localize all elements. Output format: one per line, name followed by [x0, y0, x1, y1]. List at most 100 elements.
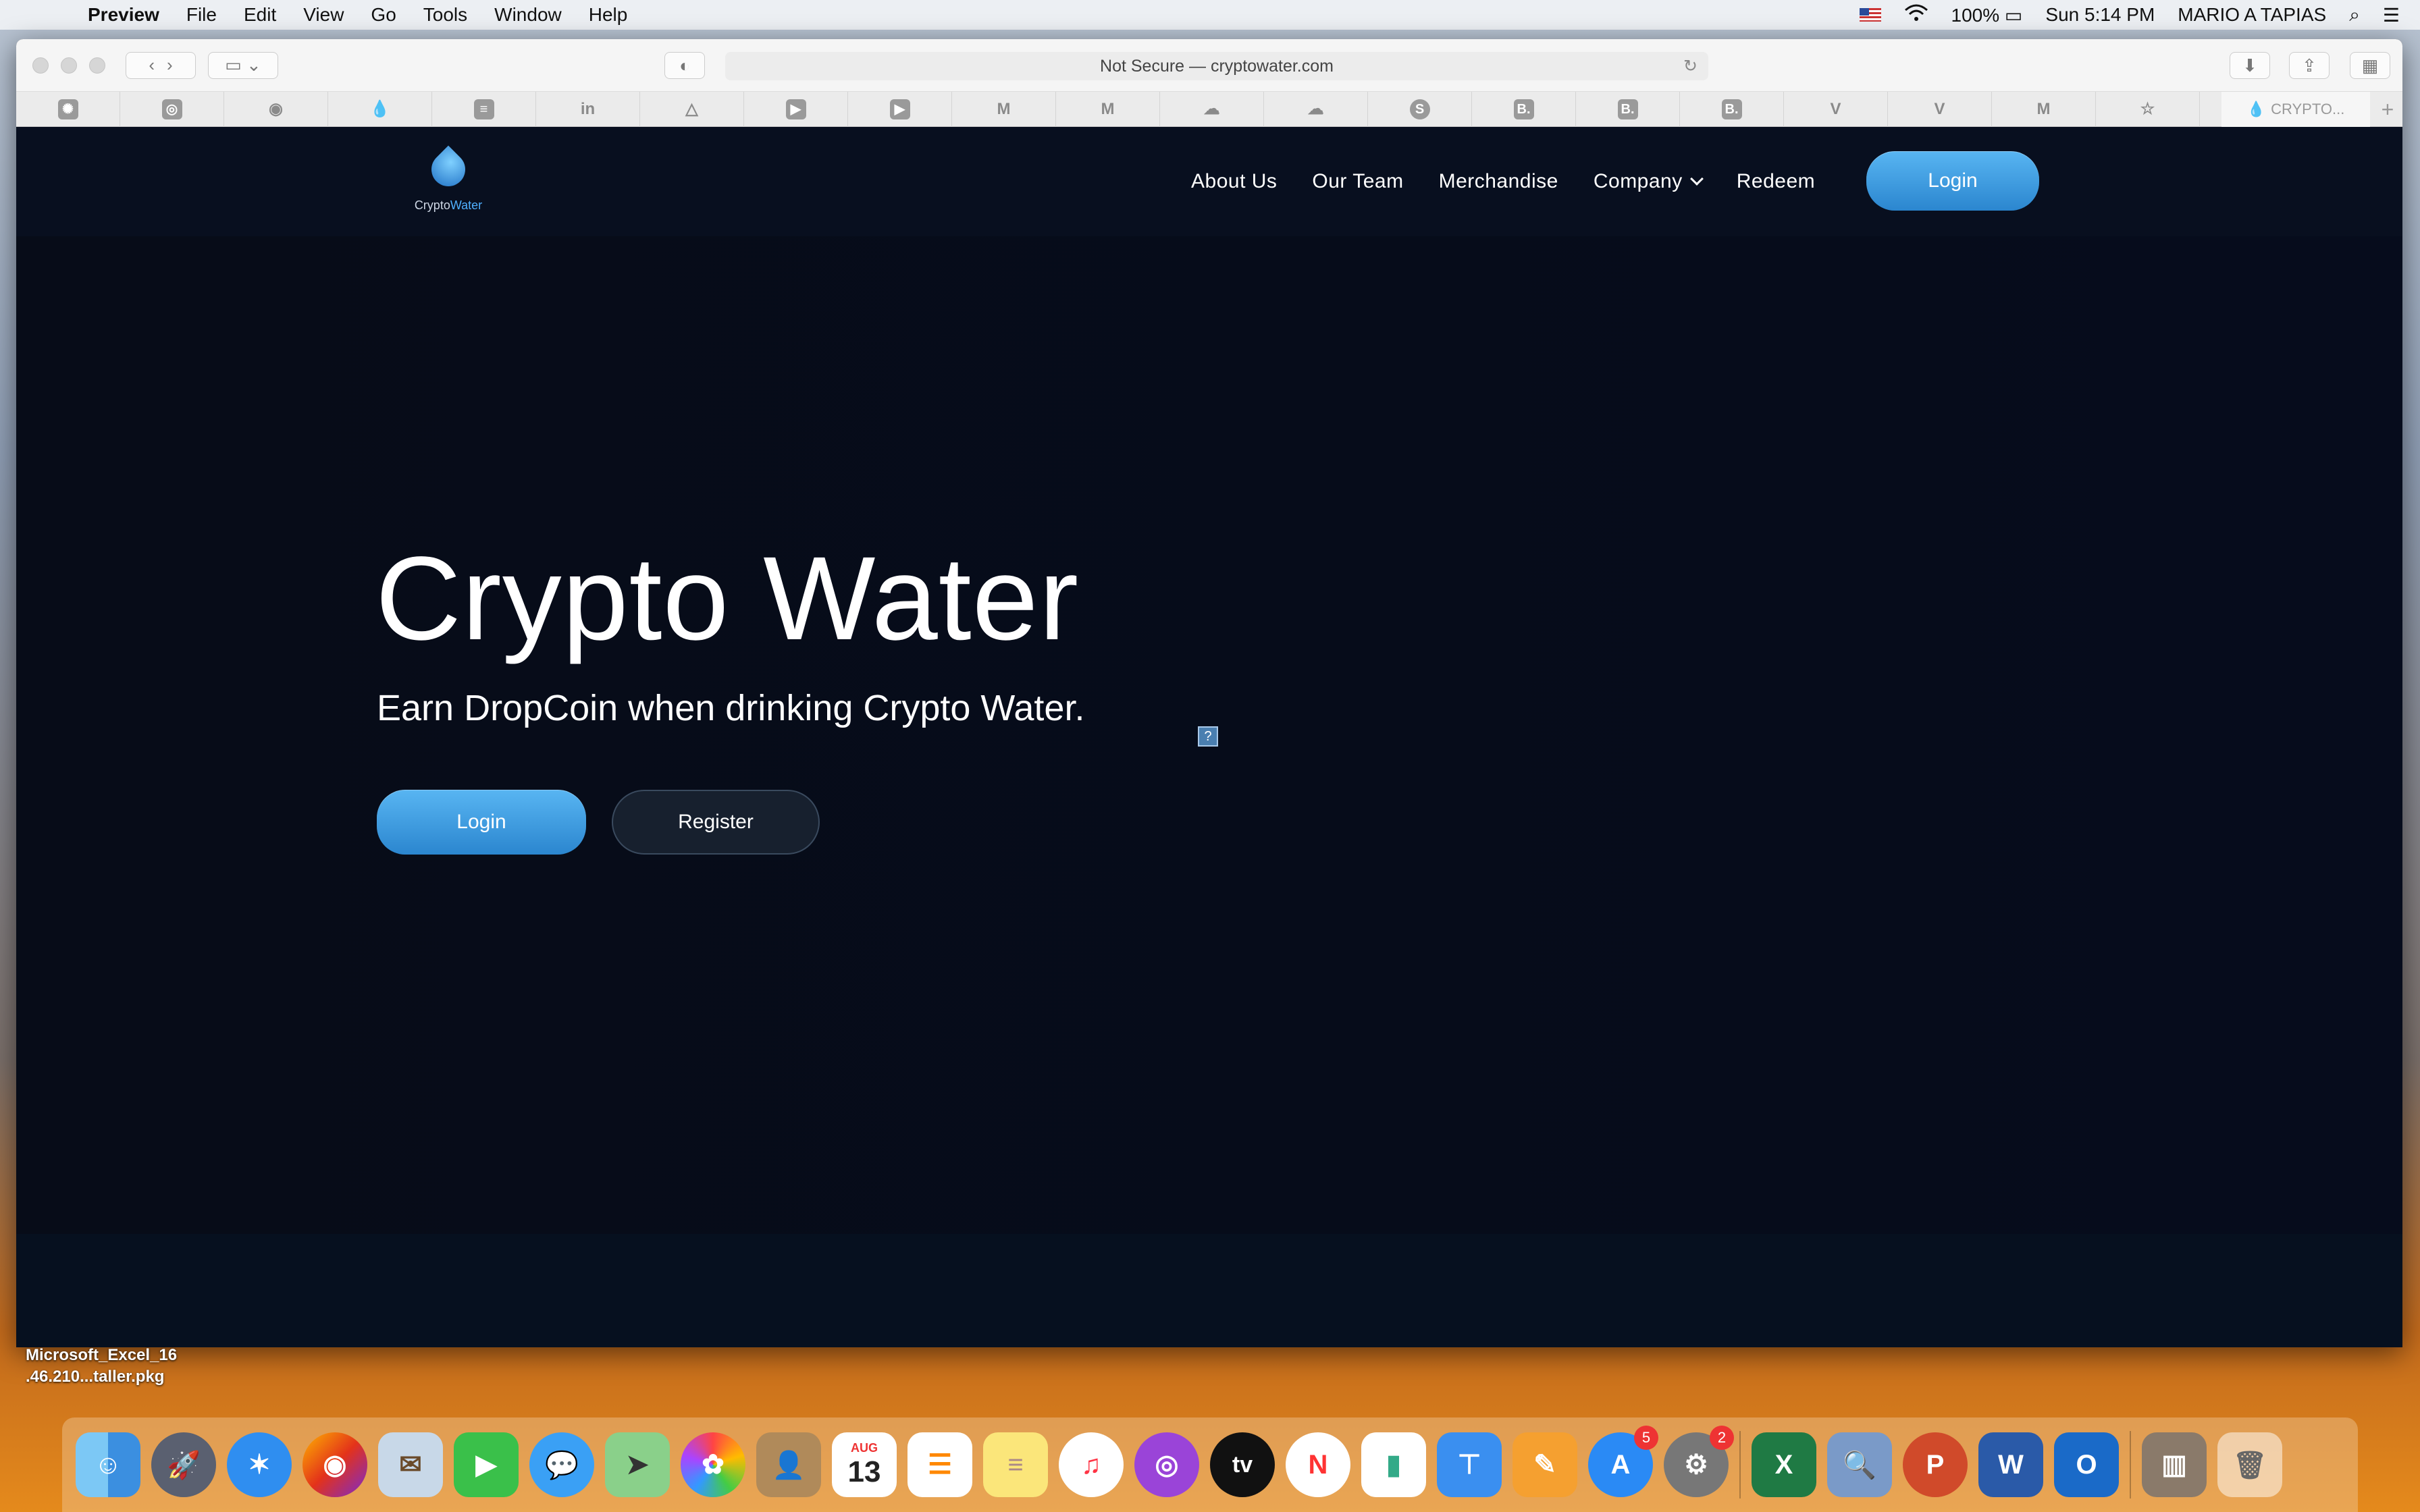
excel-icon[interactable]: X [1752, 1432, 1816, 1497]
forward-icon[interactable]: › [167, 55, 173, 76]
system-preferences-icon[interactable]: ⚙ 2 [1664, 1426, 1734, 1497]
news-icon[interactable]: N [1286, 1432, 1350, 1497]
podcasts-icon[interactable]: ◎ [1134, 1432, 1199, 1497]
new-tab-button[interactable]: + [2373, 92, 2402, 127]
nav-company[interactable]: Company [1593, 170, 1704, 193]
minimize-window-button[interactable] [61, 57, 77, 74]
calendar-icon[interactable]: AUG 13 [832, 1432, 897, 1497]
notification-center-icon[interactable]: ☰ [2383, 4, 2400, 26]
favorite-youtube-2[interactable]: ▶ [848, 91, 952, 127]
outlook-icon[interactable]: O [2054, 1432, 2119, 1497]
word-icon[interactable]: W [1978, 1432, 2043, 1497]
menu-tools[interactable]: Tools [423, 4, 467, 26]
pages-icon[interactable]: ✎ [1512, 1432, 1577, 1497]
s-logo-icon: S [1409, 99, 1430, 119]
downloads-button[interactable]: ⬇ [2230, 52, 2270, 79]
header-login-button[interactable]: Login [1866, 151, 2039, 211]
favorite-chatgpt[interactable]: ✺ [16, 91, 120, 127]
favorite-booking-3[interactable]: B. [1680, 91, 1784, 127]
maps-icon[interactable]: ➤ [605, 1432, 670, 1497]
menu-bar: Preview File Edit View Go Tools Window H… [0, 0, 2420, 30]
messages-icon[interactable]: 💬 [529, 1432, 594, 1497]
cloud-icon: ☁ [1307, 100, 1324, 118]
preview-icon[interactable]: 🔍 [1827, 1432, 1892, 1497]
nav-about-us[interactable]: About Us [1191, 170, 1277, 193]
desktop-file-label[interactable]: Microsoft_Excel_16 .46.210...taller.pkg [26, 1345, 177, 1388]
favorite-12[interactable]: ☁ [1160, 91, 1264, 127]
favorite-13[interactable]: ☁ [1264, 91, 1368, 127]
favorite-5[interactable]: ≡ [432, 91, 536, 127]
nav-company-label: Company [1593, 170, 1683, 192]
launchpad-icon[interactable]: 🚀 [151, 1432, 216, 1497]
facetime-icon[interactable]: ▶ [454, 1432, 519, 1497]
finder-icon[interactable]: ☺ [76, 1432, 140, 1497]
reminders-icon[interactable]: ☰ [908, 1432, 972, 1497]
battery-status[interactable]: 100% ▭ [1951, 4, 2023, 26]
menu-app-name[interactable]: Preview [88, 4, 159, 26]
apple-tv-icon[interactable]: tv [1210, 1432, 1275, 1497]
favorite-14[interactable]: S [1368, 91, 1472, 127]
music-icon[interactable]: ♫ [1059, 1432, 1124, 1497]
favorite-youtube-1[interactable]: ▶ [744, 91, 848, 127]
cloud-icon: ☁ [1203, 100, 1220, 118]
zoom-window-button[interactable] [89, 57, 105, 74]
menu-view[interactable]: View [303, 4, 344, 26]
downloads-stack-icon[interactable]: ▥ [2142, 1432, 2207, 1497]
notes-icon[interactable]: ≡ [983, 1432, 1048, 1497]
favorite-3[interactable]: ◉ [224, 91, 328, 127]
favorite-gmail-1[interactable]: M [952, 91, 1056, 127]
nav-redeem[interactable]: Redeem [1737, 170, 1815, 193]
current-tab[interactable]: 💧 CRYPTO... [2221, 92, 2370, 127]
firefox-icon[interactable]: ◉ [302, 1432, 367, 1497]
favorite-drive[interactable]: △ [640, 91, 744, 127]
spotlight-search-icon[interactable]: ⌕ [2349, 4, 2360, 26]
water-drop-icon [425, 142, 472, 202]
clock[interactable]: Sun 5:14 PM [2045, 4, 2155, 26]
favorite-star[interactable]: ☆ [2096, 91, 2200, 127]
favorite-booking-2[interactable]: B. [1576, 91, 1680, 127]
menu-go[interactable]: Go [371, 4, 396, 26]
favorite-booking-1[interactable]: B. [1472, 91, 1576, 127]
share-button[interactable]: ⇪ [2289, 52, 2330, 79]
favorite-v-2[interactable]: V [1888, 91, 1992, 127]
privacy-report-button[interactable]: ◐ [664, 52, 705, 79]
input-source-flag-icon[interactable] [1859, 8, 1881, 22]
favorite-medium[interactable]: M [1992, 91, 2096, 127]
dock: ☺ 🚀 ✶ ◉ ✉ ▶ 💬 ➤ ✿ 👤 AUG 13 ☰ ≡ ♫ ◎ tv N … [62, 1418, 2358, 1512]
numbers-icon[interactable]: ▮ [1361, 1432, 1426, 1497]
photos-icon[interactable]: ✿ [681, 1432, 745, 1497]
system-preferences-badge: 2 [1710, 1426, 1734, 1450]
trash-icon[interactable]: 🗑 [2217, 1432, 2282, 1497]
tab-overview-button[interactable]: ▦ [2350, 52, 2390, 79]
wifi-icon[interactable] [1904, 3, 1928, 27]
favorite-4[interactable]: 💧 [328, 91, 432, 127]
close-window-button[interactable] [32, 57, 49, 74]
favorite-gmail-2[interactable]: M [1056, 91, 1160, 127]
menu-edit[interactable]: Edit [244, 4, 276, 26]
battery-icon: ▭ [2004, 4, 2023, 26]
keynote-icon[interactable]: ⊤ [1437, 1432, 1502, 1497]
favorite-2[interactable]: ◎ [120, 91, 224, 127]
app-store-icon[interactable]: A5 [1588, 1426, 1658, 1497]
mail-app-icon[interactable]: ✉ [378, 1432, 443, 1497]
user-name[interactable]: MARIO A TAPIAS [2178, 4, 2326, 26]
site-logo[interactable]: CryptoWater [394, 142, 502, 213]
hero-login-button[interactable]: Login [377, 790, 586, 855]
booking-icon: B. [1617, 99, 1638, 119]
back-icon[interactable]: ‹ [149, 55, 155, 76]
favorite-v-1[interactable]: V [1784, 91, 1888, 127]
contacts-icon[interactable]: 👤 [756, 1432, 821, 1497]
nav-merchandise[interactable]: Merchandise [1439, 170, 1558, 193]
hero-register-button[interactable]: Register [612, 790, 820, 855]
sidebar-toggle-button[interactable]: ▭ ⌄ [208, 51, 278, 79]
menu-file[interactable]: File [186, 4, 217, 26]
menu-window[interactable]: Window [494, 4, 562, 26]
address-bar[interactable]: Not Secure — cryptowater.com ↻ [725, 52, 1708, 80]
reload-icon[interactable]: ↻ [1683, 52, 1698, 80]
safari-icon[interactable]: ✶ [227, 1432, 292, 1497]
favorite-linkedin[interactable]: in [536, 91, 640, 127]
nav-our-team[interactable]: Our Team [1312, 170, 1403, 193]
menu-help[interactable]: Help [589, 4, 628, 26]
powerpoint-icon[interactable]: P [1903, 1432, 1968, 1497]
hero-title: Crypto Water [375, 533, 1080, 665]
